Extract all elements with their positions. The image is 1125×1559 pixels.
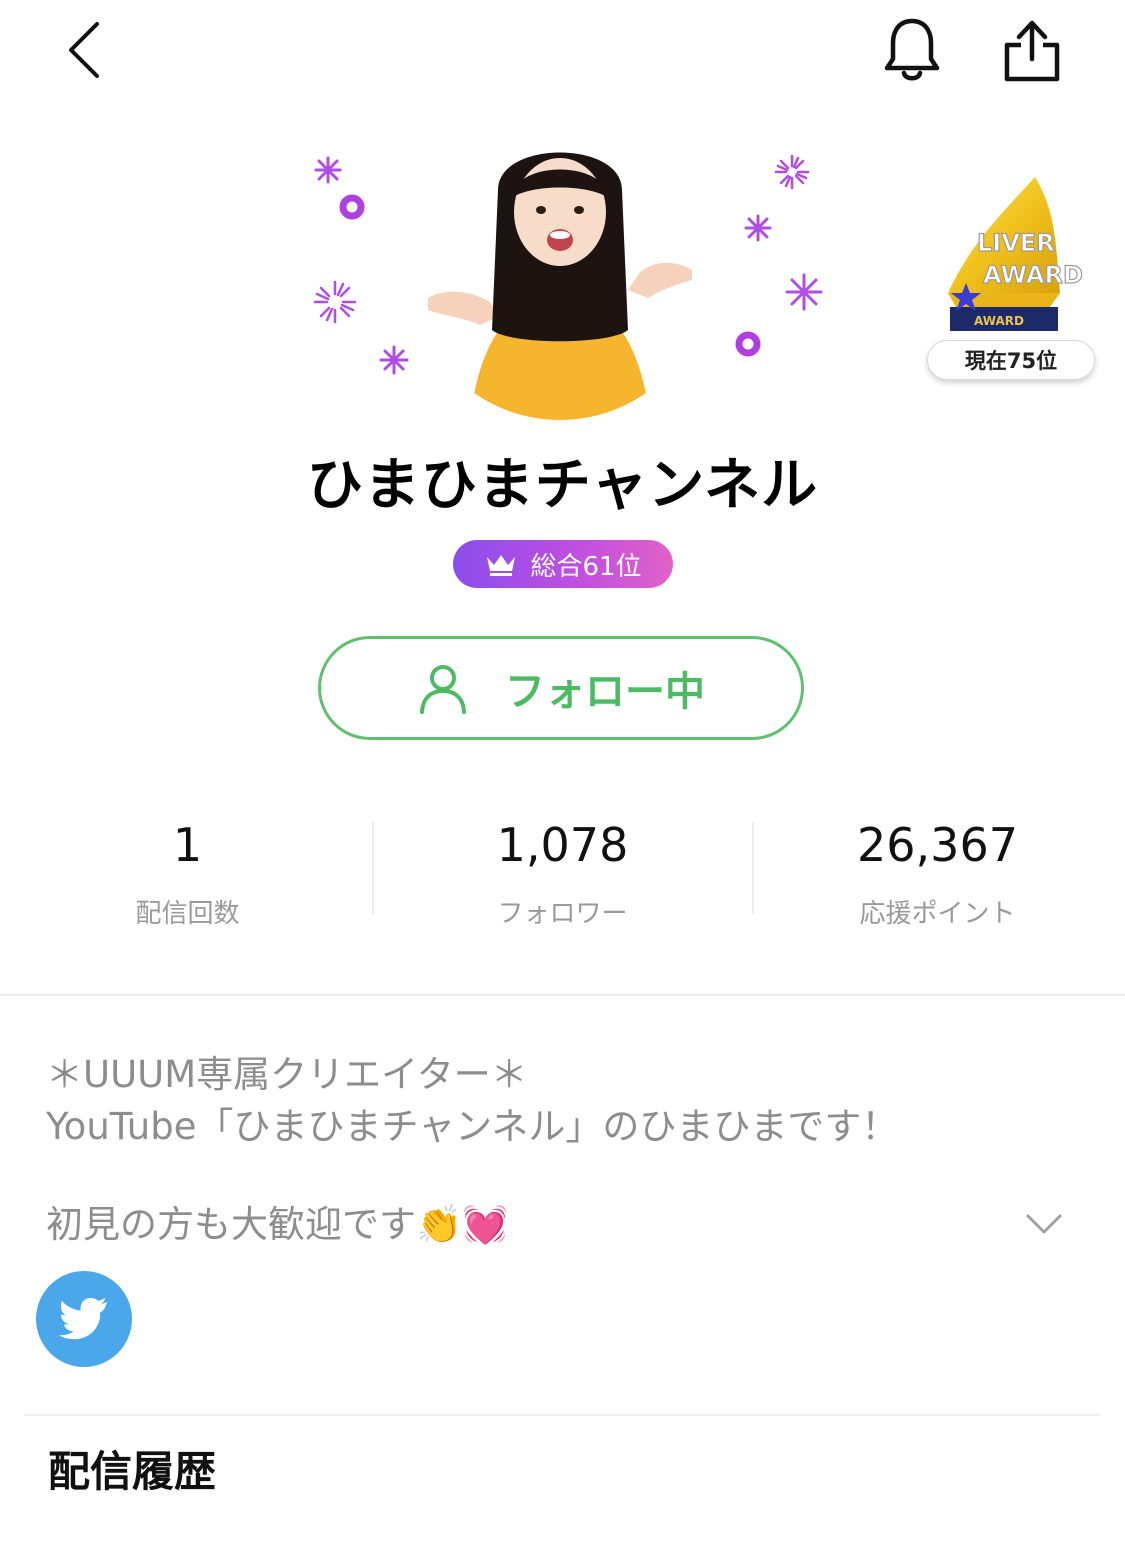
expand-bio-button[interactable] (1020, 1200, 1068, 1248)
follow-button-label: フォロー中 (505, 669, 705, 715)
notification-bell-button[interactable] (872, 10, 952, 90)
liver-award-widget[interactable]: LIVER AWARD AWARD 現在75位 (900, 165, 1120, 395)
chevron-down-icon (1026, 1214, 1062, 1234)
award-rank-label: 現在75位 (927, 340, 1095, 380)
stat-value: 1 (172, 818, 203, 872)
section-divider (0, 994, 1125, 996)
award-title-line1: LIVER (976, 228, 1055, 257)
twitter-icon (59, 1298, 108, 1340)
award-plaque-label: AWARD (974, 314, 1024, 328)
bio-line-2: YouTube「ひまひまチャンネル」のひまひまです！ (46, 1105, 899, 1148)
chevron-left-icon (69, 22, 99, 78)
stat-followers[interactable]: 1,078 フォロワー (375, 815, 750, 930)
stat-label: 配信回数 (135, 899, 240, 929)
avatar-image (410, 120, 710, 420)
stat-broadcast-count: 1 配信回数 (0, 815, 375, 930)
section-divider (24, 1414, 1100, 1416)
twitter-link-button[interactable] (36, 1271, 132, 1367)
follow-button[interactable]: フォロー中 (318, 636, 804, 740)
broadcast-history-title: 配信履歴 (48, 1447, 217, 1496)
bell-icon (884, 18, 940, 81)
stat-support-points: 26,367 応援ポイント (750, 815, 1125, 930)
crown-icon (487, 555, 516, 576)
stat-value: 26,367 (857, 818, 1018, 872)
share-icon (1004, 20, 1060, 82)
overall-rank-label: 総合61位 (530, 551, 642, 582)
stat-value: 1,078 (496, 818, 629, 872)
profile-name: ひまひまチャンネル (306, 453, 819, 518)
bio-line-1: ＊UUUM専属クリエイター＊ (46, 1053, 528, 1096)
back-button[interactable] (45, 10, 125, 90)
profile-avatar[interactable] (410, 120, 710, 420)
stat-label: 応援ポイント (859, 899, 1016, 929)
award-title-line2: AWARD (982, 260, 1083, 289)
stat-divider (372, 822, 374, 914)
person-icon (420, 665, 466, 714)
award-prev-arrow-icon[interactable] (900, 165, 930, 205)
award-next-arrow-icon[interactable] (1090, 165, 1120, 205)
overall-rank-badge[interactable]: 総合61位 (453, 540, 673, 588)
bio-line-3: 初見の方も大歓迎です👏💓 (46, 1203, 509, 1246)
share-button[interactable] (992, 10, 1072, 90)
stat-label: フォロワー (497, 899, 628, 929)
